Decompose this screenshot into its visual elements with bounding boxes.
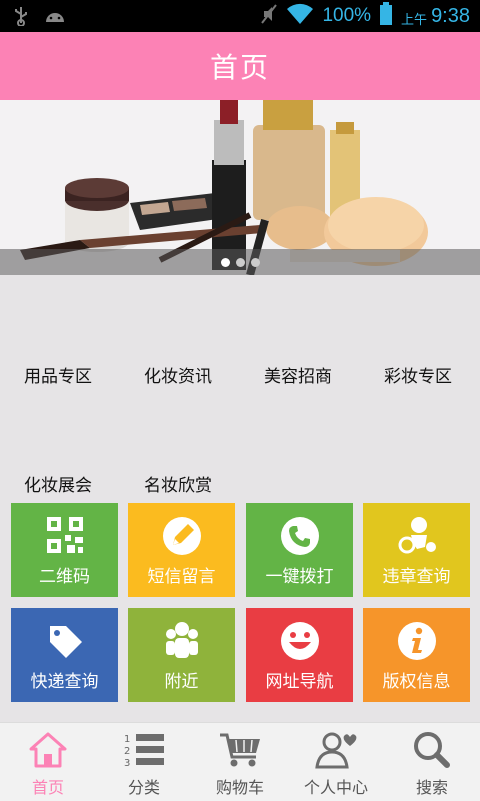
- people-icon: [128, 620, 235, 662]
- list-icon: 1 2 3: [96, 731, 192, 769]
- nav-label: 分类: [127, 778, 160, 797]
- status-bar: 100% 上午 9:38: [0, 0, 480, 32]
- tile-express-query[interactable]: 快递查询: [11, 608, 118, 702]
- tag-icon: [11, 620, 118, 662]
- user-icon: [288, 731, 384, 769]
- wifi-icon: [286, 3, 314, 30]
- tile-one-key-call[interactable]: 一键拨打: [246, 503, 353, 597]
- tile-label: 附近: [164, 672, 199, 692]
- tile-qr-code[interactable]: 二维码: [11, 503, 118, 597]
- rider-icon: [363, 515, 470, 557]
- tile-label: 版权信息: [382, 672, 451, 692]
- nav-label: 个人中心: [303, 778, 368, 797]
- page-title: 首页: [209, 51, 270, 84]
- nav-profile[interactable]: 个人中心: [288, 723, 384, 801]
- nav-label: 搜索: [415, 778, 448, 797]
- tile-label: 快递查询: [30, 672, 99, 692]
- tile-label: 违章查询: [382, 567, 451, 587]
- mute-icon: [260, 3, 278, 30]
- carousel-dot[interactable]: [250, 258, 260, 267]
- tile-nearby[interactable]: 附近: [128, 608, 235, 702]
- tile-copyright-info[interactable]: 版权信息: [363, 608, 470, 702]
- info-icon: [363, 620, 470, 662]
- usb-icon: [14, 6, 28, 31]
- battery-icon: [379, 1, 393, 31]
- nav-label: 购物车: [215, 778, 264, 797]
- svg-text:1: 1: [124, 734, 130, 745]
- carousel-indicator: [0, 258, 480, 267]
- tile-label: 短信留言: [147, 567, 216, 587]
- banner-carousel[interactable]: [0, 100, 480, 275]
- android-icon: [44, 8, 66, 29]
- category-link-gallery[interactable]: 名妆欣赏: [144, 471, 212, 496]
- cart-icon: [192, 731, 288, 769]
- bottom-nav: 首页 1 2 3 分类 购物车 个人中心 搜索: [0, 722, 480, 801]
- carousel-dot[interactable]: [220, 258, 230, 267]
- home-icon: [0, 731, 96, 769]
- nav-category[interactable]: 1 2 3 分类: [96, 723, 192, 801]
- svg-text:3: 3: [124, 758, 130, 769]
- clock: 9:38: [431, 4, 470, 27]
- phone-icon: [246, 515, 353, 557]
- carousel-dot[interactable]: [235, 258, 245, 267]
- tile-label: 一键拨打: [265, 567, 334, 587]
- title-bar: 首页: [0, 32, 480, 100]
- category-link-investment[interactable]: 美容招商: [264, 362, 332, 387]
- tile-violation-query[interactable]: 违章查询: [363, 503, 470, 597]
- nav-home[interactable]: 首页: [0, 723, 96, 801]
- category-link-makeup[interactable]: 彩妆专区: [384, 362, 452, 387]
- category-link-exhibition[interactable]: 化妆展会: [24, 471, 92, 496]
- tile-sms-message[interactable]: 短信留言: [128, 503, 235, 597]
- svg-text:2: 2: [124, 746, 130, 757]
- clock-ampm: 上午: [401, 11, 428, 27]
- nav-cart[interactable]: 购物车: [192, 723, 288, 801]
- category-link-news[interactable]: 化妆资讯: [144, 362, 212, 387]
- tile-label: 网址导航: [265, 672, 334, 692]
- category-link-products[interactable]: 用品专区: [24, 362, 92, 387]
- nav-label: 首页: [31, 778, 64, 797]
- smiley-icon: [246, 620, 353, 662]
- tile-label: 二维码: [39, 567, 90, 587]
- battery-percent: 100%: [322, 5, 372, 26]
- pencil-icon: [128, 515, 235, 557]
- search-icon: [384, 731, 480, 769]
- tile-url-navigation[interactable]: 网址导航: [246, 608, 353, 702]
- qr-code-icon: [11, 515, 118, 555]
- nav-search[interactable]: 搜索: [384, 723, 480, 801]
